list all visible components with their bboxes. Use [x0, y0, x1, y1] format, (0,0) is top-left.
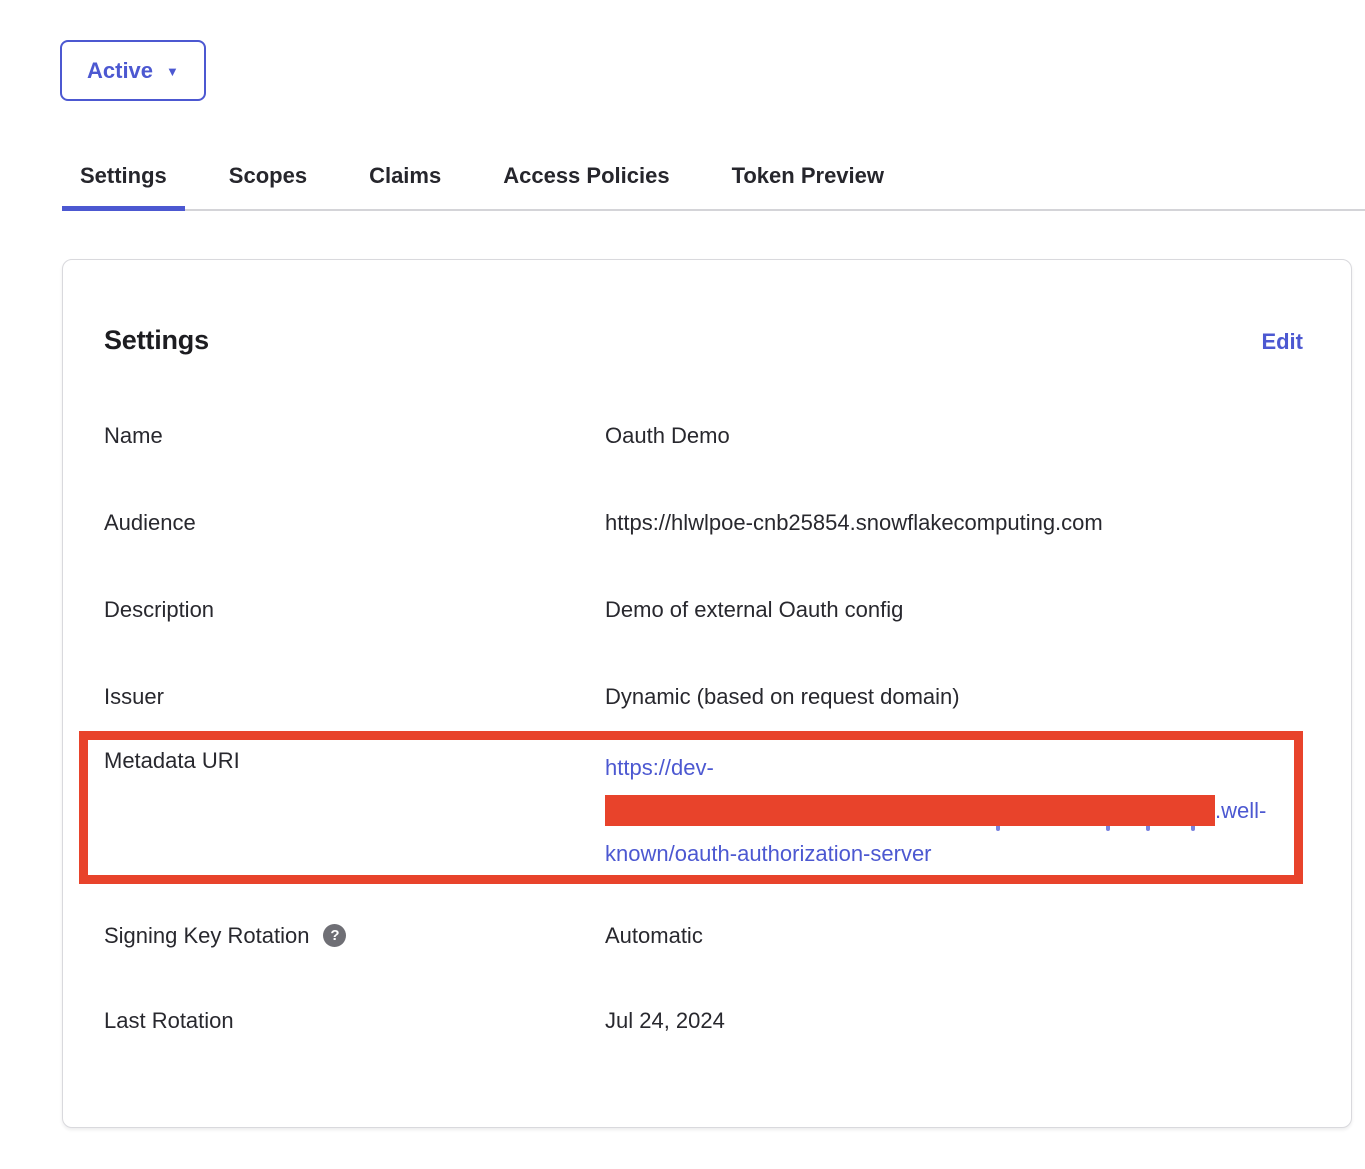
- field-label: Name: [104, 421, 605, 450]
- tab-token-preview[interactable]: Token Preview: [714, 163, 902, 209]
- status-dropdown-label: Active: [87, 58, 153, 84]
- tab-access-policies[interactable]: Access Policies: [485, 163, 687, 209]
- panel-header: Settings Edit: [104, 323, 1303, 359]
- redaction-bar: [605, 795, 1215, 826]
- tab-scopes[interactable]: Scopes: [211, 163, 325, 209]
- tab-label: Claims: [369, 163, 441, 188]
- chevron-down-icon: ▼: [166, 63, 179, 78]
- metadata-uri-value: https://dev- .well- known/oauth-authoriz…: [605, 746, 1294, 875]
- field-label: Audience: [104, 508, 605, 537]
- redacted-text-descender: [996, 826, 1000, 831]
- field-label-with-help: Signing Key Rotation ?: [104, 921, 605, 950]
- field-label: Issuer: [104, 682, 605, 711]
- tab-label: Scopes: [229, 163, 307, 188]
- field-row-name: Name Oauth Demo: [104, 421, 1303, 450]
- redacted-text-descender: [1146, 826, 1150, 831]
- settings-panel: Settings Edit Name Oauth Demo Audience h…: [62, 259, 1352, 1128]
- field-label: Metadata URI: [104, 746, 605, 875]
- redacted-text-descender: [1106, 826, 1110, 831]
- metadata-uri-link-line2-suffix: .well-: [1215, 789, 1266, 832]
- field-row-metadata-uri: Metadata URI https://dev- .well- known/o…: [104, 746, 1294, 875]
- tab-label: Access Policies: [503, 163, 669, 188]
- field-label: Last Rotation: [104, 1006, 605, 1035]
- status-dropdown[interactable]: Active ▼: [60, 40, 206, 101]
- metadata-uri-link-line2: .well-: [605, 789, 1294, 832]
- tab-claims[interactable]: Claims: [351, 163, 459, 209]
- tab-bar: Settings Scopes Claims Access Policies T…: [62, 163, 1365, 211]
- redacted-text-descender: [1191, 826, 1195, 831]
- page: Active ▼ Settings Scopes Claims Access P…: [0, 0, 1365, 1128]
- tab-settings[interactable]: Settings: [62, 163, 185, 209]
- annotation-highlight-box: Metadata URI https://dev- .well- known/o…: [79, 731, 1303, 884]
- field-row-audience: Audience https://hlwlpoe-cnb25854.snowfl…: [104, 508, 1303, 537]
- metadata-uri-link-line1: https://dev-: [605, 746, 1294, 789]
- panel-title: Settings: [104, 323, 209, 357]
- field-value: Oauth Demo: [605, 421, 1303, 450]
- field-row-signing-key-rotation: Signing Key Rotation ? Automatic: [104, 921, 1303, 950]
- field-label: Description: [104, 595, 605, 624]
- help-icon[interactable]: ?: [323, 924, 346, 947]
- field-row-last-rotation: Last Rotation Jul 24, 2024: [104, 1006, 1303, 1035]
- tab-label: Token Preview: [732, 163, 884, 188]
- field-label: Signing Key Rotation: [104, 921, 309, 950]
- metadata-uri-link[interactable]: https://dev- .well- known/oauth-authoriz…: [605, 746, 1294, 875]
- field-value: Dynamic (based on request domain): [605, 682, 1303, 711]
- metadata-uri-link-line3: known/oauth-authorization-server: [605, 832, 1294, 875]
- tab-label: Settings: [80, 163, 167, 188]
- field-value: Demo of external Oauth config: [605, 595, 1303, 624]
- field-row-issuer: Issuer Dynamic (based on request domain): [104, 682, 1303, 711]
- field-value: https://hlwlpoe-cnb25854.snowflakecomput…: [605, 508, 1303, 537]
- field-value: Automatic: [605, 921, 1303, 950]
- edit-button[interactable]: Edit: [1261, 325, 1303, 359]
- field-value: Jul 24, 2024: [605, 1006, 1303, 1035]
- field-row-description: Description Demo of external Oauth confi…: [104, 595, 1303, 624]
